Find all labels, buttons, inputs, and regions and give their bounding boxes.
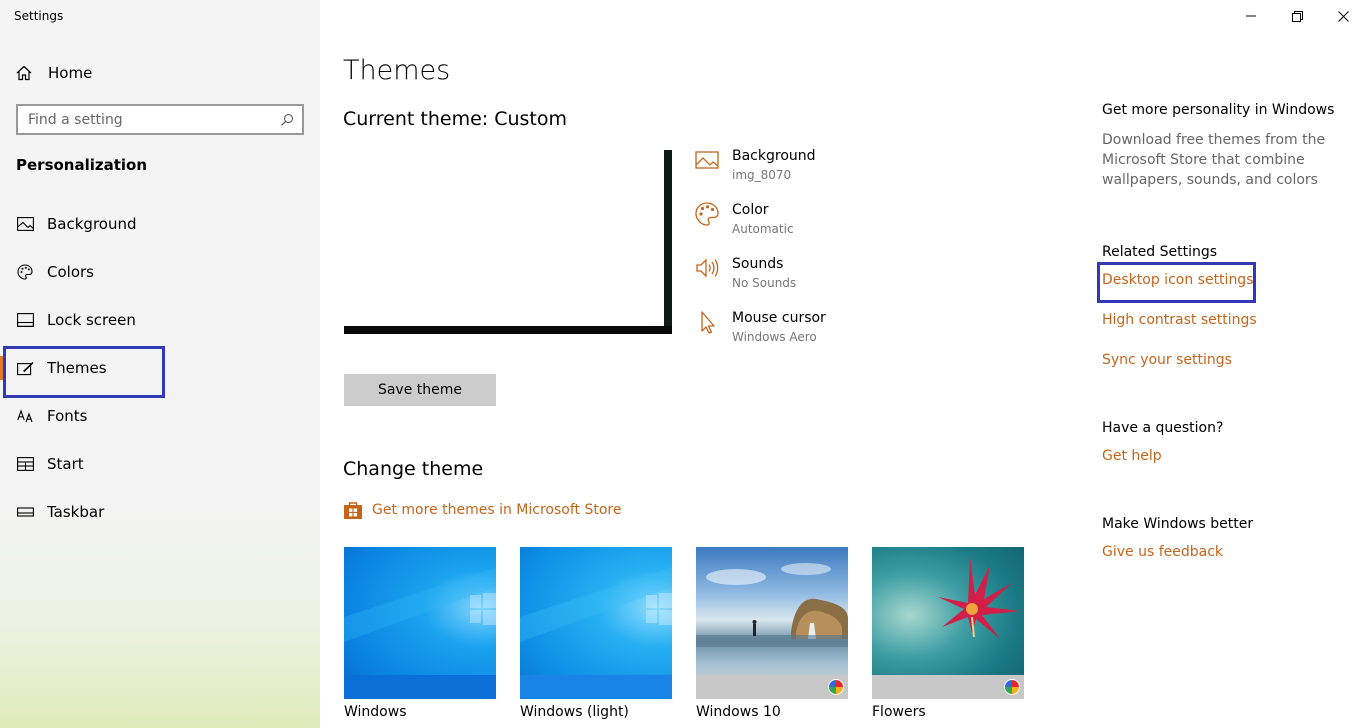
feedback-link[interactable]: Give us feedback: [1102, 544, 1223, 560]
sidebar-item-themes[interactable]: Themes: [0, 344, 320, 392]
property-value: img_8070: [732, 168, 792, 182]
property-name: Background: [732, 148, 816, 164]
theme-name: Windows 10: [696, 704, 781, 720]
change-theme-heading: Change theme: [343, 458, 484, 480]
store-themes-link[interactable]: Get more themes in Microsoft Store: [343, 500, 621, 520]
minimize-button[interactable]: [1228, 0, 1274, 32]
related-settings-heading: Related Settings: [1102, 244, 1218, 260]
search-icon[interactable]: [280, 113, 294, 127]
page-title: Themes: [343, 55, 451, 86]
theme-name: Windows (light): [520, 704, 629, 720]
personality-heading: Get more personality in Windows: [1102, 102, 1335, 118]
sync-settings-link[interactable]: Sync your settings: [1102, 352, 1232, 368]
search-box[interactable]: [16, 104, 304, 135]
theme-preview: [344, 150, 672, 334]
theme-property-color[interactable]: Color Automatic: [694, 200, 794, 238]
save-theme-button[interactable]: Save theme: [344, 374, 496, 406]
minimize-icon: [1246, 15, 1256, 17]
taskbar-icon: [16, 503, 34, 521]
close-button[interactable]: [1320, 0, 1366, 32]
app-title: Settings: [14, 9, 64, 23]
sidebar: Settings Home Personalization Background…: [0, 0, 320, 728]
theme-property-sounds[interactable]: Sounds No Sounds: [694, 254, 796, 292]
sidebar-item-taskbar[interactable]: Taskbar: [0, 488, 320, 536]
theme-property-mouse-cursor[interactable]: Mouse cursor Windows Aero: [694, 308, 826, 346]
theme-name: Windows: [344, 704, 407, 720]
fonts-icon: [16, 407, 34, 425]
sidebar-item-label: Start: [47, 455, 84, 473]
store-bag-icon: [344, 502, 362, 519]
search-input[interactable]: [28, 111, 280, 128]
home-link[interactable]: Home: [16, 62, 92, 84]
sidebar-item-lock-screen[interactable]: Lock screen: [0, 296, 320, 344]
sidebar-item-background[interactable]: Background: [0, 200, 320, 248]
restore-icon: [1291, 10, 1303, 22]
get-help-link[interactable]: Get help: [1102, 448, 1162, 464]
property-value: No Sounds: [732, 276, 797, 290]
theme-tile-windows-10[interactable]: [696, 547, 848, 699]
sidebar-item-label: Lock screen: [47, 311, 136, 329]
property-name: Mouse cursor: [732, 310, 826, 326]
preview-edge-right: [664, 150, 672, 334]
sidebar-item-fonts[interactable]: Fonts: [0, 392, 320, 440]
multicolor-indicator-icon: [828, 679, 844, 695]
tile-accent-strip: [872, 675, 1024, 699]
sidebar-item-label: Fonts: [47, 407, 88, 425]
picture-icon: [695, 151, 719, 169]
current-theme-heading: Current theme: Custom: [343, 108, 568, 130]
store-link-label: Get more themes in Microsoft Store: [372, 502, 622, 518]
sidebar-item-label: Colors: [47, 263, 94, 281]
question-heading: Have a question?: [1102, 420, 1224, 436]
speaker-icon: [696, 258, 719, 278]
tile-accent-strip: [696, 675, 848, 699]
personality-text: Download free themes from the Microsoft …: [1102, 132, 1326, 188]
restore-button[interactable]: [1274, 0, 1320, 32]
background-icon: [16, 215, 34, 233]
sidebar-item-label: Background: [47, 215, 137, 233]
home-label: Home: [48, 64, 93, 82]
home-icon: [16, 65, 32, 81]
palette-icon: [695, 202, 719, 226]
tile-accent-strip: [520, 675, 672, 699]
sidebar-item-colors[interactable]: Colors: [0, 248, 320, 296]
make-better-heading: Make Windows better: [1102, 516, 1254, 532]
property-value: Automatic: [732, 222, 794, 236]
theme-tile-windows-light[interactable]: [520, 547, 672, 699]
theme-property-background[interactable]: Background img_8070: [694, 146, 816, 184]
theme-tile-flowers[interactable]: [872, 547, 1024, 699]
theme-name: Flowers: [872, 704, 926, 720]
preview-edge-bottom: [344, 326, 672, 334]
tile-accent-strip: [344, 675, 496, 699]
palette-icon: [16, 263, 34, 281]
cursor-icon: [701, 311, 715, 334]
lock-screen-icon: [16, 311, 34, 329]
property-name: Sounds: [732, 256, 784, 272]
themes-icon: [16, 359, 34, 377]
sidebar-item-label: Taskbar: [47, 503, 105, 521]
high-contrast-settings-link[interactable]: High contrast settings: [1102, 312, 1257, 328]
section-title: Personalization: [16, 156, 148, 174]
property-name: Color: [732, 202, 769, 218]
multicolor-indicator-icon: [1004, 679, 1020, 695]
sidebar-item-start[interactable]: Start: [0, 440, 320, 488]
start-icon: [16, 455, 34, 473]
sidebar-item-label: Themes: [47, 359, 107, 377]
property-value: Windows Aero: [732, 330, 817, 344]
theme-tile-windows[interactable]: [344, 547, 496, 699]
desktop-icon-settings-link[interactable]: Desktop icon settings: [1102, 272, 1254, 288]
close-icon: [1337, 10, 1349, 22]
